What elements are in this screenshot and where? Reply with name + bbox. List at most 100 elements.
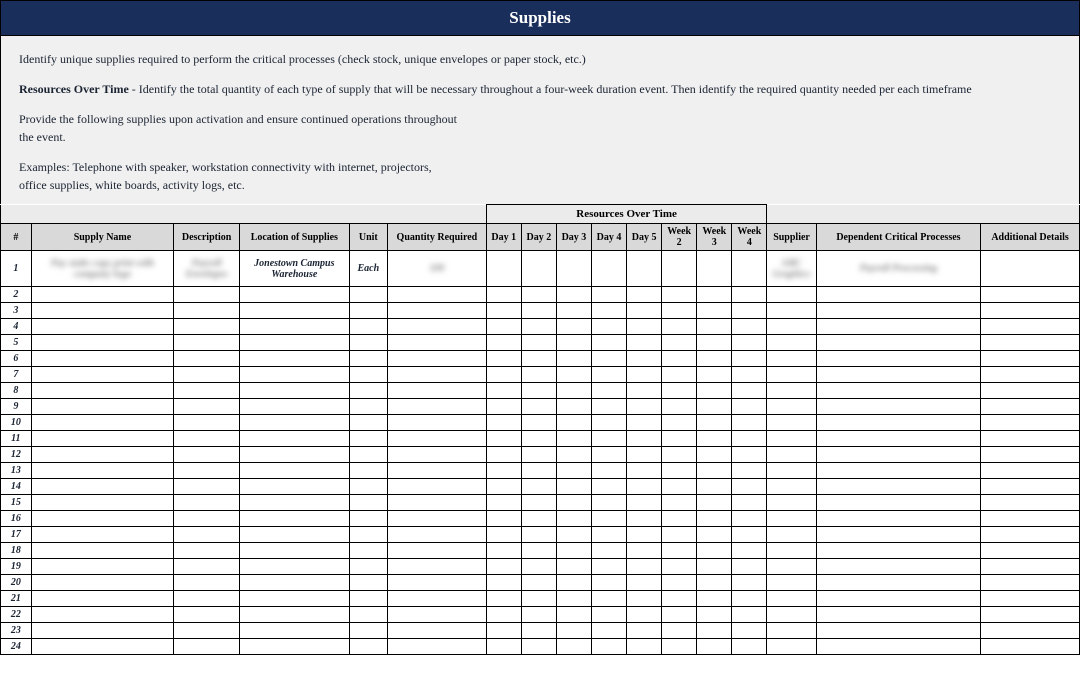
- cell-supplier[interactable]: [767, 591, 816, 607]
- cell-dep[interactable]: [816, 319, 980, 335]
- cell-description[interactable]: [174, 607, 240, 623]
- cell-dep[interactable]: [816, 415, 980, 431]
- cell-day4[interactable]: [591, 383, 626, 399]
- cell-description[interactable]: [174, 367, 240, 383]
- cell-week3[interactable]: [697, 415, 732, 431]
- cell-day1[interactable]: [486, 527, 521, 543]
- cell-day4[interactable]: [591, 495, 626, 511]
- cell-additional[interactable]: [981, 511, 1080, 527]
- cell-unit[interactable]: [349, 623, 387, 639]
- cell-qty[interactable]: [388, 319, 487, 335]
- cell-location[interactable]: [240, 495, 350, 511]
- cell-description[interactable]: [174, 399, 240, 415]
- cell-location[interactable]: [240, 559, 350, 575]
- cell-week4[interactable]: [732, 463, 767, 479]
- cell-day4[interactable]: [591, 623, 626, 639]
- cell-day2[interactable]: [521, 287, 556, 303]
- cell-location[interactable]: [240, 351, 350, 367]
- cell-location[interactable]: [240, 399, 350, 415]
- cell-dep[interactable]: [816, 543, 980, 559]
- cell-num[interactable]: 23: [1, 623, 32, 639]
- cell-day2[interactable]: [521, 383, 556, 399]
- cell-day3[interactable]: [556, 511, 591, 527]
- cell-unit[interactable]: [349, 543, 387, 559]
- cell-supply_name[interactable]: [31, 495, 174, 511]
- cell-supply_name[interactable]: Pay stubs copy print with company logo: [31, 251, 174, 287]
- cell-qty[interactable]: [388, 351, 487, 367]
- cell-unit[interactable]: [349, 287, 387, 303]
- cell-supplier[interactable]: [767, 527, 816, 543]
- cell-day3[interactable]: [556, 431, 591, 447]
- cell-description[interactable]: [174, 287, 240, 303]
- cell-qty[interactable]: [388, 607, 487, 623]
- cell-week4[interactable]: [732, 351, 767, 367]
- cell-day2[interactable]: [521, 543, 556, 559]
- cell-week4[interactable]: [732, 543, 767, 559]
- cell-supply_name[interactable]: [31, 303, 174, 319]
- cell-week3[interactable]: [697, 251, 732, 287]
- cell-unit[interactable]: [349, 351, 387, 367]
- cell-day1[interactable]: [486, 543, 521, 559]
- cell-day2[interactable]: [521, 447, 556, 463]
- cell-day4[interactable]: [591, 287, 626, 303]
- cell-week4[interactable]: [732, 303, 767, 319]
- cell-day3[interactable]: [556, 399, 591, 415]
- cell-supply_name[interactable]: [31, 431, 174, 447]
- cell-week4[interactable]: [732, 591, 767, 607]
- cell-supply_name[interactable]: [31, 447, 174, 463]
- cell-description[interactable]: Payroll Envelopes: [174, 251, 240, 287]
- cell-week3[interactable]: [697, 623, 732, 639]
- cell-location[interactable]: [240, 543, 350, 559]
- cell-day2[interactable]: [521, 623, 556, 639]
- cell-num[interactable]: 15: [1, 495, 32, 511]
- cell-day2[interactable]: [521, 303, 556, 319]
- cell-unit[interactable]: [349, 511, 387, 527]
- cell-day5[interactable]: [627, 415, 662, 431]
- cell-supply_name[interactable]: [31, 287, 174, 303]
- cell-day4[interactable]: [591, 399, 626, 415]
- cell-supplier[interactable]: [767, 351, 816, 367]
- cell-day2[interactable]: [521, 319, 556, 335]
- cell-day1[interactable]: [486, 479, 521, 495]
- cell-location[interactable]: [240, 639, 350, 655]
- cell-location[interactable]: [240, 511, 350, 527]
- cell-supplier[interactable]: [767, 303, 816, 319]
- cell-day3[interactable]: [556, 319, 591, 335]
- cell-unit[interactable]: [349, 479, 387, 495]
- cell-day1[interactable]: [486, 463, 521, 479]
- cell-description[interactable]: [174, 447, 240, 463]
- cell-description[interactable]: [174, 527, 240, 543]
- cell-unit[interactable]: [349, 575, 387, 591]
- cell-day5[interactable]: [627, 511, 662, 527]
- cell-dep[interactable]: [816, 623, 980, 639]
- cell-dep[interactable]: [816, 399, 980, 415]
- cell-day5[interactable]: [627, 623, 662, 639]
- cell-week3[interactable]: [697, 527, 732, 543]
- cell-day1[interactable]: [486, 351, 521, 367]
- cell-dep[interactable]: [816, 639, 980, 655]
- cell-supply_name[interactable]: [31, 511, 174, 527]
- cell-location[interactable]: [240, 527, 350, 543]
- cell-day2[interactable]: [521, 527, 556, 543]
- cell-qty[interactable]: [388, 639, 487, 655]
- cell-day1[interactable]: [486, 399, 521, 415]
- cell-day1[interactable]: [486, 447, 521, 463]
- cell-additional[interactable]: [981, 335, 1080, 351]
- cell-week2[interactable]: [662, 495, 697, 511]
- cell-num[interactable]: 5: [1, 335, 32, 351]
- cell-day1[interactable]: [486, 591, 521, 607]
- cell-week2[interactable]: [662, 527, 697, 543]
- cell-dep[interactable]: [816, 591, 980, 607]
- cell-day1[interactable]: [486, 607, 521, 623]
- cell-num[interactable]: 12: [1, 447, 32, 463]
- cell-description[interactable]: [174, 335, 240, 351]
- cell-day5[interactable]: [627, 447, 662, 463]
- cell-supply_name[interactable]: [31, 527, 174, 543]
- cell-day4[interactable]: [591, 543, 626, 559]
- cell-week2[interactable]: [662, 591, 697, 607]
- cell-num[interactable]: 19: [1, 559, 32, 575]
- cell-day3[interactable]: [556, 591, 591, 607]
- cell-description[interactable]: [174, 479, 240, 495]
- cell-location[interactable]: [240, 367, 350, 383]
- cell-day3[interactable]: [556, 251, 591, 287]
